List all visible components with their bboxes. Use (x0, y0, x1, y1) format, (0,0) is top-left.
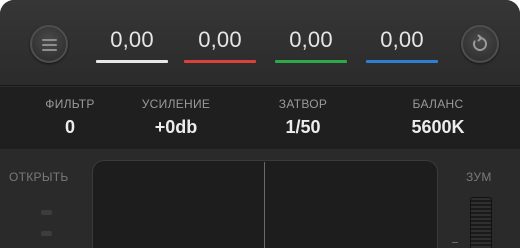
gain-value-white[interactable]: 0,00 (96, 27, 168, 53)
gain-value-green[interactable]: 0,00 (275, 27, 347, 53)
filter-value[interactable]: 0 (10, 117, 130, 138)
shutter-label: ЗАТВОР (278, 97, 328, 111)
gain-indicator-blue (366, 60, 438, 63)
camera-settings-row: ФИЛЬТР 0 УСИЛЕНИЕ +0db ЗАТВОР 1/50 БАЛАН… (0, 87, 520, 149)
reset-button[interactable] (461, 25, 499, 63)
white-balance-value[interactable]: 5600K (378, 117, 498, 138)
hamburger-menu-icon-line (42, 44, 57, 46)
hamburger-menu-icon-line (42, 49, 57, 51)
zoom-tick-mark (452, 242, 458, 243)
gain-value[interactable]: +0db (116, 117, 236, 138)
gain-value-red[interactable]: 0,00 (184, 27, 256, 53)
zoom-slider[interactable] (470, 197, 492, 248)
iris-black-level-pad[interactable] (92, 160, 438, 248)
gain-value-blue[interactable]: 0,00 (366, 27, 438, 53)
reset-arrow-icon (473, 34, 487, 51)
camera-control-panel: 0,00 0,00 0,00 0,00 ФИЛЬТР 0 УСИЛЕНИЕ +0… (0, 0, 520, 248)
menu-button[interactable] (30, 25, 68, 63)
gain-indicator-red (184, 60, 256, 63)
iris-indicator (41, 210, 52, 215)
iris-open-label: ОТКРЫТЬ (9, 170, 69, 184)
filter-label: ФИЛЬТР (45, 97, 95, 111)
shutter-value[interactable]: 1/50 (243, 117, 363, 138)
gain-indicator-green (275, 60, 347, 63)
gain-label: УСИЛЕНИЕ (141, 97, 211, 111)
gain-indicator-white (96, 60, 168, 63)
hamburger-menu-icon (42, 39, 57, 41)
white-balance-label: БАЛАНС (412, 97, 464, 111)
pad-center-divider (264, 162, 265, 248)
color-gain-bar: 0,00 0,00 0,00 0,00 (0, 0, 520, 86)
zoom-label: ЗУМ (466, 170, 492, 184)
iris-indicator (41, 231, 52, 236)
